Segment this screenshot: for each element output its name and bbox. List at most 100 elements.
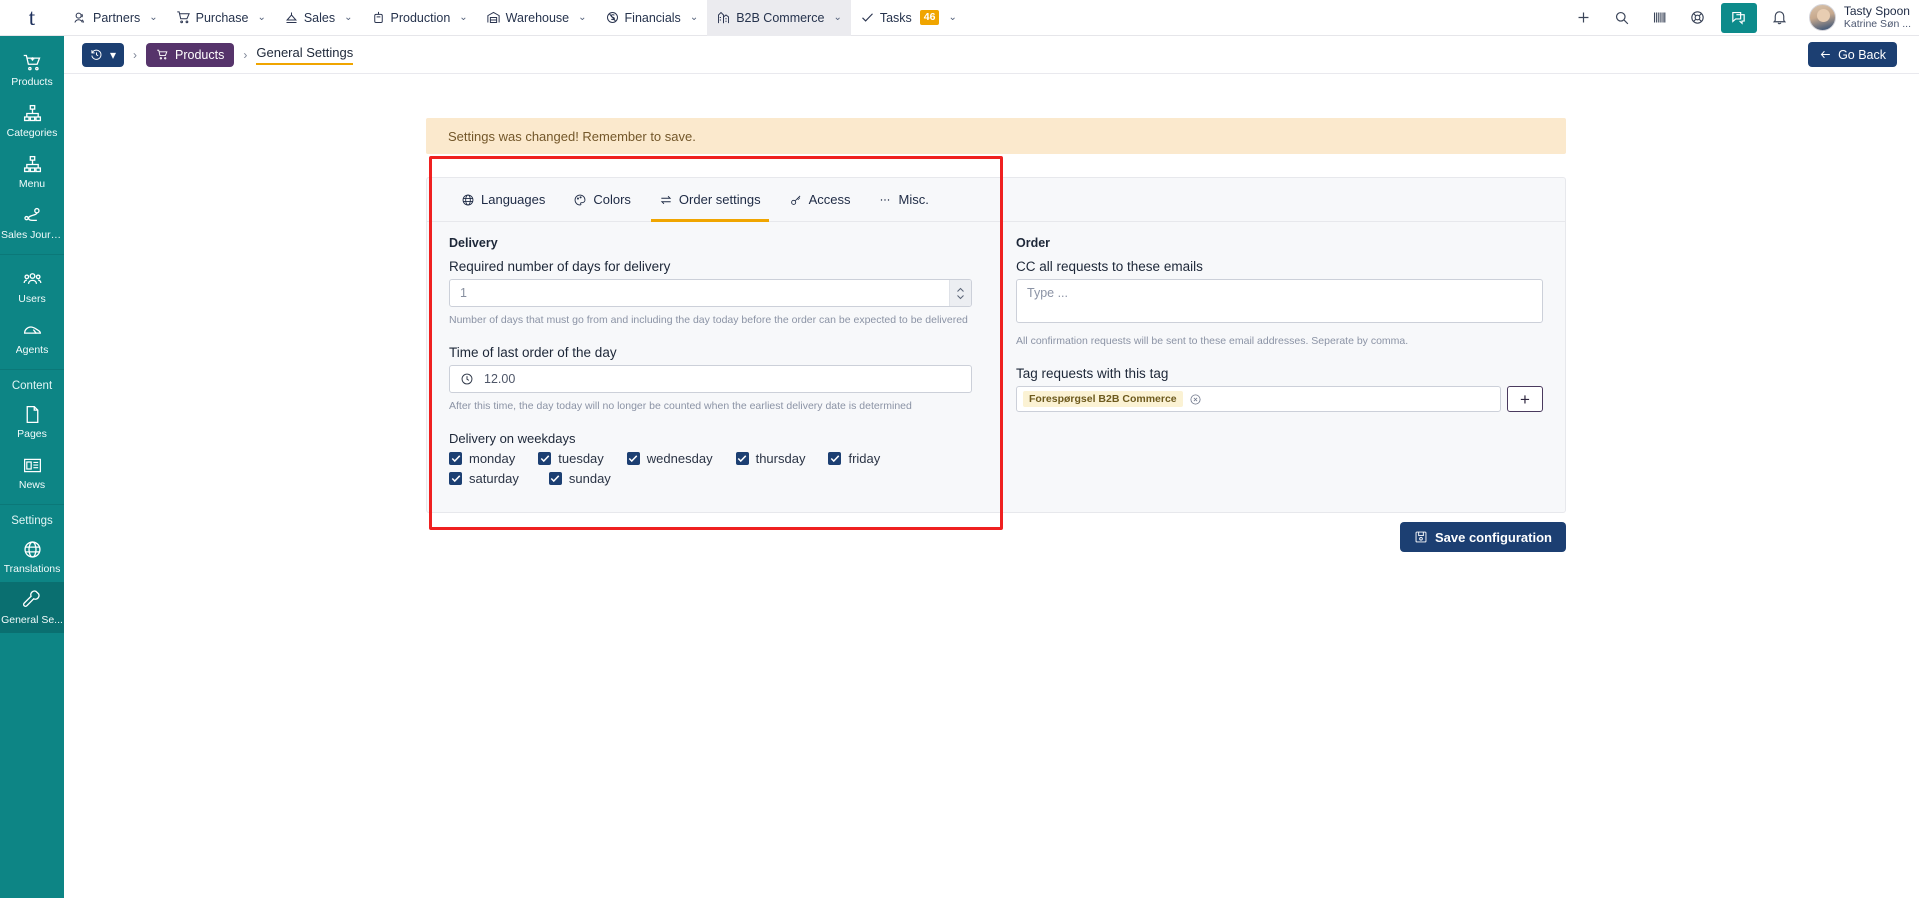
save-configuration-button[interactable]: Save configuration [1399,522,1566,552]
required-days-stepper[interactable] [949,280,971,306]
tag-input-box[interactable]: Forespørgsel B2B Commerce [1016,386,1501,413]
sidebar-item-general-settings[interactable]: General Se... [0,582,64,633]
sidebar-item-pages[interactable]: Pages [0,396,64,447]
news-icon [22,455,43,476]
last-order-time-input-wrap[interactable] [449,365,972,394]
nav-caret-tasks[interactable]: ⌄ [946,0,965,36]
sidebar-item-menu[interactable]: Menu [0,146,64,197]
cc-emails-label: CC all requests to these emails [1016,259,1203,274]
sidebar-item-agents[interactable]: Agents [0,312,64,363]
barcode-icon[interactable] [1641,0,1679,36]
weekday-friday[interactable]: friday [828,451,880,466]
weekday-sunday[interactable]: sunday [548,471,611,487]
sidebar-label: News [18,479,46,491]
sidebar-item-translations[interactable]: Translations [0,531,64,582]
sidebar-label: Translations [3,563,61,575]
tab-access[interactable]: Access [775,178,865,222]
weekday-row-2: saturday sunday [449,471,909,486]
production-icon [371,10,386,25]
add-icon[interactable] [1565,0,1603,36]
tab-order-settings[interactable]: Order settings [645,178,775,222]
nav-caret-financials[interactable]: ⌄ [688,0,707,36]
weekday-label: friday [848,451,881,467]
sidebar-item-sales-journey[interactable]: Sales Journ... [0,197,64,248]
weekday-thursday[interactable]: thursday [735,451,805,466]
top-nav-items: Partners ⌄ Purchase ⌄ Sales ⌄ Production… [64,0,966,36]
nav-item-tasks[interactable]: Tasks 46 [851,0,947,36]
nav-caret-purchase[interactable]: ⌄ [255,0,274,36]
go-back-label: Go Back [1838,47,1886,62]
settings-changed-alert: Settings was changed! Remember to save. [426,118,1566,154]
weekday-label: saturday [469,471,519,487]
checkbox-checked-icon [449,472,462,486]
cart-icon [176,10,191,25]
required-days-input[interactable] [449,279,972,307]
last-order-time-help: After this time, the day today will no l… [449,400,912,413]
tab-label: Misc. [898,192,929,207]
cart-icon [156,48,169,61]
nav-caret-sales[interactable]: ⌄ [342,0,361,36]
tag-row: Forespørgsel B2B Commerce + [1016,386,1543,413]
tab-colors[interactable]: Colors [559,178,645,222]
cart-plus-icon [22,52,43,73]
sidebar-group-settings: Settings [11,515,53,527]
globe-icon [22,539,43,560]
history-button[interactable]: ▾ [82,42,125,67]
breadcrumb-bar: ▾ › Products › General Settings Go Back [64,36,1919,74]
weekday-wednesday[interactable]: wednesday [626,451,713,467]
nav-item-financials[interactable]: Financials [596,0,688,36]
tab-misc[interactable]: Misc. [864,178,942,222]
breadcrumb-separator: › [243,47,248,62]
nav-caret-warehouse[interactable]: ⌄ [576,0,595,36]
tag-label: Tag requests with this tag [1016,366,1169,382]
financials-icon [605,10,620,25]
nav-item-production[interactable]: Production [362,0,458,36]
delivery-column: Delivery Required number of days for del… [427,222,994,512]
tab-label: Order settings [678,192,761,207]
nav-item-purchase[interactable]: Purchase [167,0,256,36]
tab-languages[interactable]: Languages [447,178,559,222]
lifebuoy-icon[interactable] [1679,0,1717,36]
weekday-saturday[interactable]: saturday [449,471,519,486]
go-back-button[interactable]: Go Back [1808,42,1897,67]
tab-label: Languages [481,192,546,207]
breadcrumb-separator: › [133,47,138,62]
sidebar-item-news[interactable]: News [0,447,64,498]
settings-columns: Delivery Required number of days for del… [427,222,1565,512]
key-icon [789,193,803,207]
breadcrumb-item-products[interactable]: Products [146,42,235,67]
order-column: Order CC all requests to these emails Al… [994,222,1565,512]
chat-icon[interactable] [1720,2,1757,33]
ellipsis-icon [878,193,892,207]
sitemap-icon [22,103,43,124]
nav-item-sales[interactable]: Sales [275,0,342,36]
add-tag-button[interactable]: + [1507,386,1543,413]
user-profile-menu[interactable]: Tasty Spoon Katrine Søn ... [1799,4,1911,31]
cc-emails-textarea[interactable] [1016,279,1543,323]
bell-icon[interactable] [1761,0,1799,36]
nav-item-b2b-commerce[interactable]: B2B Commerce [707,0,832,36]
nav-caret-b2b-commerce[interactable]: ⌄ [831,0,851,36]
last-order-time-input[interactable] [484,372,971,387]
nav-label: B2B Commerce [736,10,825,25]
app-logo[interactable]: t [0,0,64,36]
arrow-left-icon [1819,48,1832,61]
sidebar-item-users[interactable]: Users [0,261,64,312]
weekday-label: sunday [568,471,611,487]
nav-caret-production[interactable]: ⌄ [457,0,476,36]
nav-item-warehouse[interactable]: Warehouse [477,0,576,36]
nav-caret-partners[interactable]: ⌄ [147,0,166,36]
nav-item-partners[interactable]: Partners [64,0,147,36]
search-icon[interactable] [1603,0,1641,36]
sidebar-item-products[interactable]: Products [0,44,64,95]
sidebar-item-categories[interactable]: Categories [0,95,64,146]
sidebar-divider [0,254,64,255]
circle-x-icon[interactable] [1189,393,1202,406]
save-icon [1414,530,1428,544]
weekday-monday[interactable]: monday [449,451,515,466]
user-subtitle: Katrine Søn ... [1843,18,1911,31]
sidebar-label: Sales Journ... [1,229,63,241]
weekday-label: wednesday [646,451,713,467]
weekday-tuesday[interactable]: tuesday [538,451,604,466]
last-order-time-block: Time of last order of the day After this… [449,345,972,413]
